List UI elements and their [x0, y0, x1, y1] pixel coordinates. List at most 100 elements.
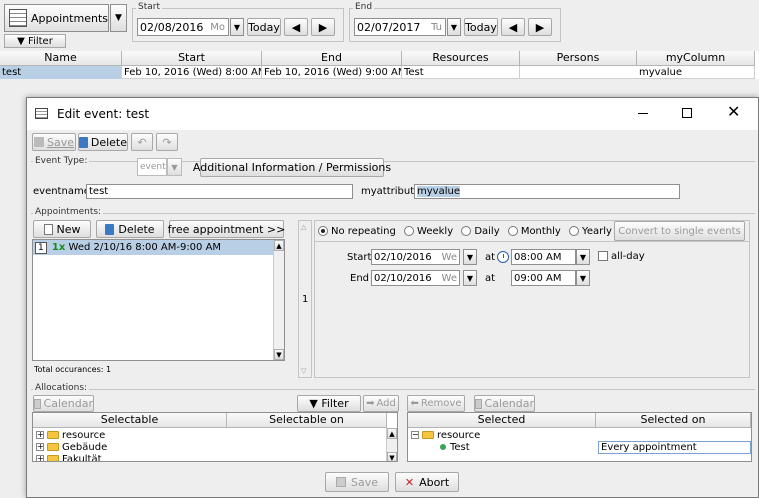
appt-delete-button[interactable]: Delete — [96, 220, 164, 238]
appt-new-button[interactable]: New — [33, 220, 91, 238]
right-calendar-button[interactable]: Calendar — [474, 395, 535, 412]
view-selector-label: Appointments — [30, 11, 108, 25]
radio-icon — [404, 226, 415, 236]
split-strip[interactable]: △ 1 ▽ — [298, 220, 312, 378]
allday-checkbox[interactable]: all-day — [598, 251, 645, 262]
end-today-button[interactable]: Today — [464, 18, 498, 36]
list-item[interactable]: + Fakultät — [36, 454, 102, 461]
calendar-view-icon — [9, 9, 27, 27]
appointment-list-scrollbar[interactable]: ▲ ▼ — [273, 240, 284, 360]
expand-icon[interactable]: + — [36, 431, 44, 439]
delete-button[interactable]: Delete — [78, 133, 128, 151]
collapse-icon[interactable]: − — [411, 431, 419, 439]
abort-button[interactable]: ✕ Abort — [395, 472, 459, 492]
expand-icon[interactable]: + — [36, 443, 44, 451]
event-type-legend: Event Type: — [33, 156, 90, 166]
footer-save-button[interactable]: Save — [325, 472, 389, 492]
col-selectable[interactable]: Selectable — [33, 413, 227, 428]
radio-icon — [569, 226, 580, 236]
filter-button[interactable]: ▼ Filter — [4, 34, 66, 48]
col-selected-on[interactable]: Selected on — [596, 413, 751, 428]
end-date-field[interactable]: 02/07/2017 Tu — [354, 18, 446, 36]
list-item[interactable]: Test — [440, 442, 470, 453]
appt-start-time-dropdown[interactable]: ▼ — [576, 249, 590, 265]
appt-end-date-dropdown[interactable]: ▼ — [463, 270, 477, 286]
start-today-button[interactable]: Today — [247, 18, 281, 36]
end-next-button[interactable]: ▶ — [528, 18, 552, 36]
convert-single-events-button[interactable]: Convert to single events — [614, 221, 745, 241]
appt-end-time-field[interactable]: 09:00 AM — [511, 270, 576, 286]
add-allocation-button[interactable]: ➡ Add — [363, 395, 399, 412]
col-resources[interactable]: Resources — [402, 51, 520, 66]
free-appointment-button[interactable]: free appointment >> — [168, 220, 285, 238]
col-end[interactable]: End — [262, 51, 402, 66]
end-prev-button[interactable]: ◀ — [501, 18, 525, 36]
start-next-button[interactable]: ▶ — [311, 18, 335, 36]
allocation-filter-button[interactable]: ▼ Filter — [297, 395, 361, 412]
list-item[interactable]: − resource — [411, 430, 480, 441]
col-persons[interactable]: Persons — [520, 51, 637, 66]
repeating-panel: No repeating Weekly Daily Monthly Yearly… — [314, 220, 750, 378]
myattribute-input[interactable]: myvalue — [414, 184, 680, 199]
appt-start-date-dropdown[interactable]: ▼ — [463, 249, 477, 265]
appt-end-date-field[interactable]: 02/10/2016 We — [371, 270, 460, 286]
resource-dot-icon — [440, 444, 446, 450]
repeat-daily-radio[interactable]: Daily — [461, 226, 500, 237]
event-type-select[interactable]: event — [137, 158, 167, 176]
end-legend: End — [353, 2, 375, 12]
start-prev-button[interactable]: ◀ — [284, 18, 308, 36]
main-table: Name Start End Resources Persons myColum… — [0, 51, 759, 79]
event-type-dropdown[interactable]: ▼ — [167, 158, 182, 176]
save-button[interactable]: Save — [32, 133, 76, 151]
remove-allocation-button[interactable]: ⬅ Remove — [407, 395, 465, 412]
undo-button[interactable]: ↶ — [131, 133, 153, 151]
redo-button[interactable]: ↷ — [156, 133, 178, 151]
floppy-icon — [33, 137, 44, 147]
scroll-up-icon[interactable]: ▲ — [274, 240, 284, 251]
repeat-monthly-radio[interactable]: Monthly — [507, 226, 561, 237]
folder-icon — [47, 455, 59, 461]
view-selector-dropdown[interactable]: ▼ — [110, 4, 127, 32]
folder-icon — [47, 443, 59, 451]
additional-info-button[interactable]: Additional Information / Permissions — [193, 158, 391, 177]
collapse-up-icon[interactable]: △ — [301, 223, 306, 231]
cell-resources: Test — [402, 66, 520, 79]
arrow-left-icon: ⬅ — [410, 398, 419, 409]
start-date-dropdown[interactable]: ▼ — [230, 18, 244, 36]
scroll-down-icon[interactable]: ▼ — [274, 349, 284, 360]
end-date-dropdown[interactable]: ▼ — [447, 18, 461, 36]
col-selected[interactable]: Selected — [408, 413, 596, 428]
start-date-field[interactable]: 02/08/2016 Mo — [137, 18, 229, 36]
window-icon — [35, 108, 48, 119]
selectable-scrollbar[interactable]: ▲ ▼ — [386, 428, 397, 461]
col-selectable-on[interactable]: Selectable on — [227, 413, 387, 428]
redo-icon: ↷ — [162, 135, 172, 149]
list-item[interactable]: 1 1x Wed 2/10/16 8:00 AM-9:00 AM — [33, 240, 274, 255]
table-row[interactable]: test Feb 10, 2016 (Wed) 8:00 AM Feb 10, … — [0, 66, 755, 79]
repeat-yearly-radio[interactable]: Yearly — [569, 226, 612, 237]
list-item[interactable]: + Gebäude — [36, 442, 107, 453]
eventname-input[interactable]: test — [86, 184, 353, 199]
view-selector[interactable]: Appointments — [4, 4, 109, 32]
repeat-weekly-radio[interactable]: Weekly — [404, 226, 453, 237]
maximize-icon[interactable] — [682, 108, 692, 118]
scroll-up-icon[interactable]: ▲ — [387, 428, 397, 439]
selected-on-value[interactable]: Every appointment — [598, 441, 751, 454]
dialog-titlebar[interactable]: Edit event: test ✕ — [27, 98, 758, 130]
col-name[interactable]: Name — [0, 51, 122, 66]
list-item[interactable]: + resource — [36, 430, 105, 441]
close-icon[interactable]: ✕ — [727, 103, 740, 121]
minimize-icon[interactable] — [638, 113, 648, 114]
appt-start-date-field[interactable]: 02/10/2016 We — [371, 249, 460, 265]
appointment-list[interactable]: 1 1x Wed 2/10/16 8:00 AM-9:00 AM ▲ ▼ — [32, 239, 285, 361]
col-start[interactable]: Start — [122, 51, 262, 66]
col-mycolumn[interactable]: myColumn — [637, 51, 755, 66]
appt-end-time-dropdown[interactable]: ▼ — [576, 270, 590, 286]
calendar-icon — [34, 398, 41, 409]
repeat-none-radio[interactable]: No repeating — [318, 226, 396, 237]
collapse-down-icon[interactable]: ▽ — [301, 367, 306, 375]
left-calendar-button[interactable]: Calendar — [33, 395, 94, 412]
scroll-down-icon[interactable]: ▼ — [387, 452, 397, 461]
appt-start-time-field[interactable]: 08:00 AM — [511, 249, 576, 265]
expand-icon[interactable]: + — [36, 455, 44, 461]
